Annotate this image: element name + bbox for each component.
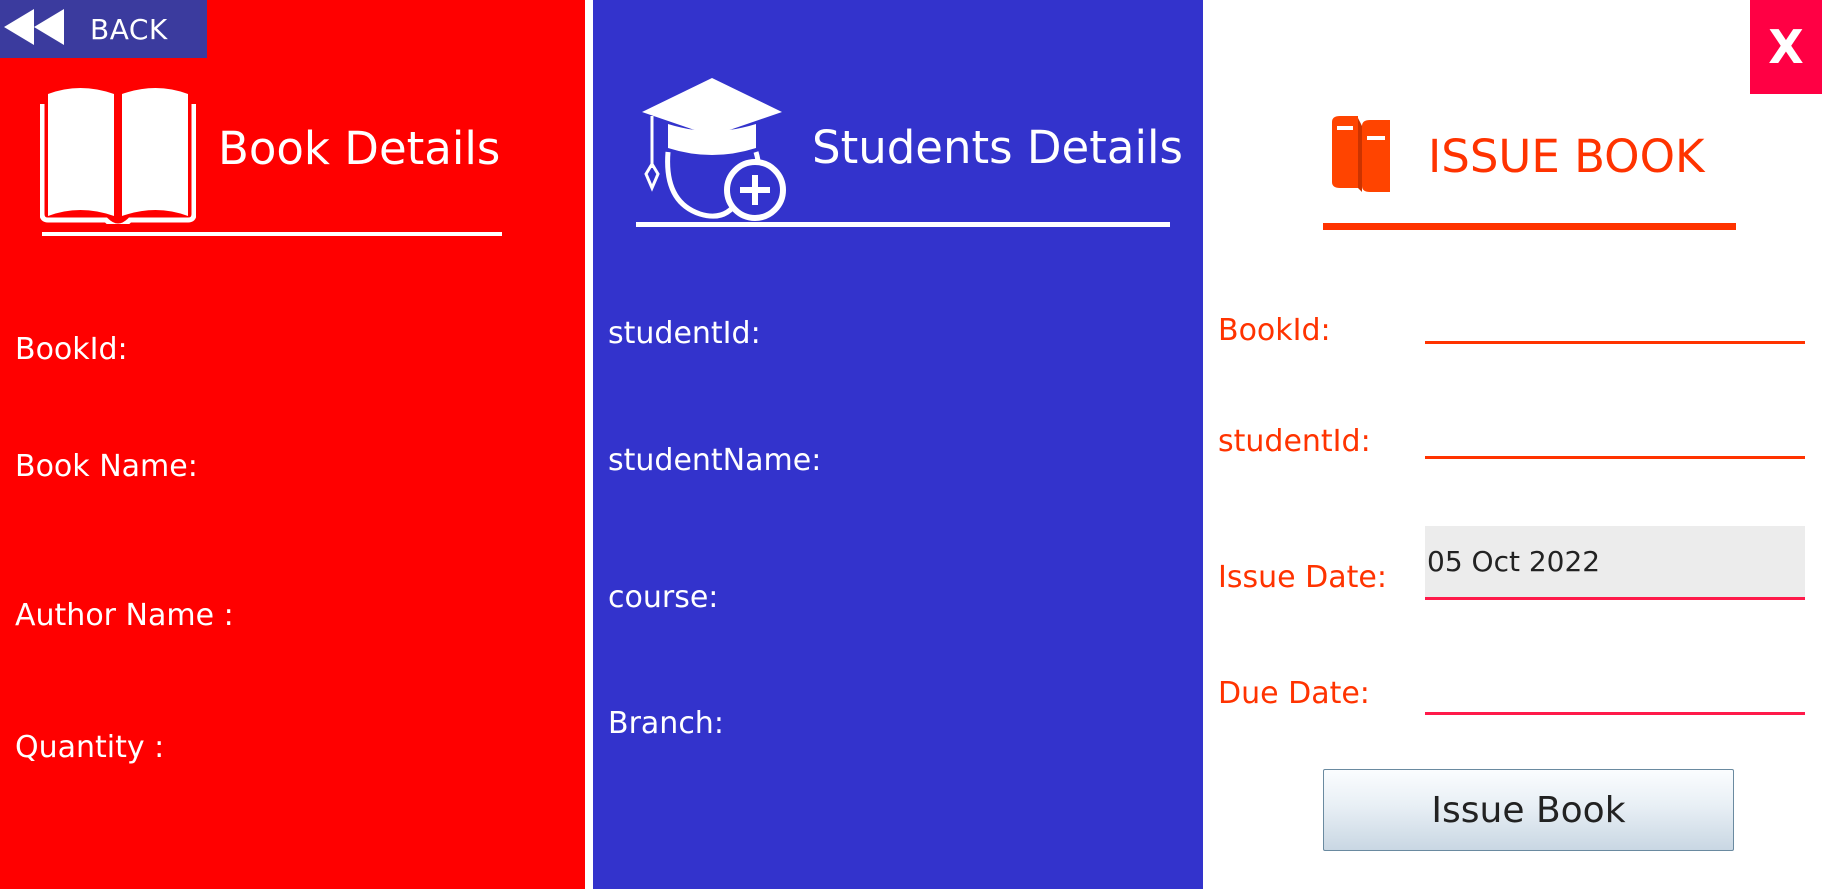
book-details-title: Book Details bbox=[218, 122, 501, 175]
student-name-label: studentName: bbox=[608, 443, 822, 478]
close-button[interactable]: X bbox=[1750, 0, 1822, 94]
student-id-input[interactable] bbox=[1425, 415, 1805, 459]
book-id-input[interactable] bbox=[1425, 300, 1805, 344]
student-details-rule bbox=[636, 222, 1170, 227]
due-date-field[interactable] bbox=[1425, 680, 1805, 715]
issue-book-id-label: BookId: bbox=[1218, 313, 1331, 348]
issue-date-field[interactable]: 05 Oct 2022 bbox=[1425, 526, 1805, 600]
panel-divider bbox=[585, 0, 593, 889]
back-label: BACK bbox=[90, 12, 168, 46]
author-name-label: Author Name : bbox=[15, 598, 234, 633]
issue-book-rule bbox=[1323, 223, 1736, 230]
issue-book-title: ISSUE BOOK bbox=[1428, 130, 1705, 183]
student-id-label: studentId: bbox=[608, 316, 761, 351]
book-name-label: Book Name: bbox=[15, 449, 198, 484]
due-date-label: Due Date: bbox=[1218, 676, 1370, 711]
issue-date-value: 05 Oct 2022 bbox=[1427, 545, 1601, 578]
book-id-label: BookId: bbox=[15, 332, 128, 367]
books-icon bbox=[1328, 112, 1398, 198]
open-book-icon bbox=[39, 78, 197, 229]
course-label: course: bbox=[608, 580, 719, 615]
quantity-label: Quantity : bbox=[15, 730, 165, 765]
student-details-title: Students Details bbox=[812, 121, 1183, 174]
issue-student-id-label: studentId: bbox=[1218, 424, 1371, 459]
rewind-icon bbox=[0, 7, 68, 51]
issue-date-label: Issue Date: bbox=[1218, 560, 1387, 595]
issue-book-button[interactable]: Issue Book bbox=[1323, 769, 1734, 851]
book-details-rule bbox=[42, 232, 502, 236]
graduate-add-icon bbox=[638, 76, 788, 226]
branch-label: Branch: bbox=[608, 706, 724, 741]
back-button[interactable]: BACK bbox=[0, 0, 207, 58]
